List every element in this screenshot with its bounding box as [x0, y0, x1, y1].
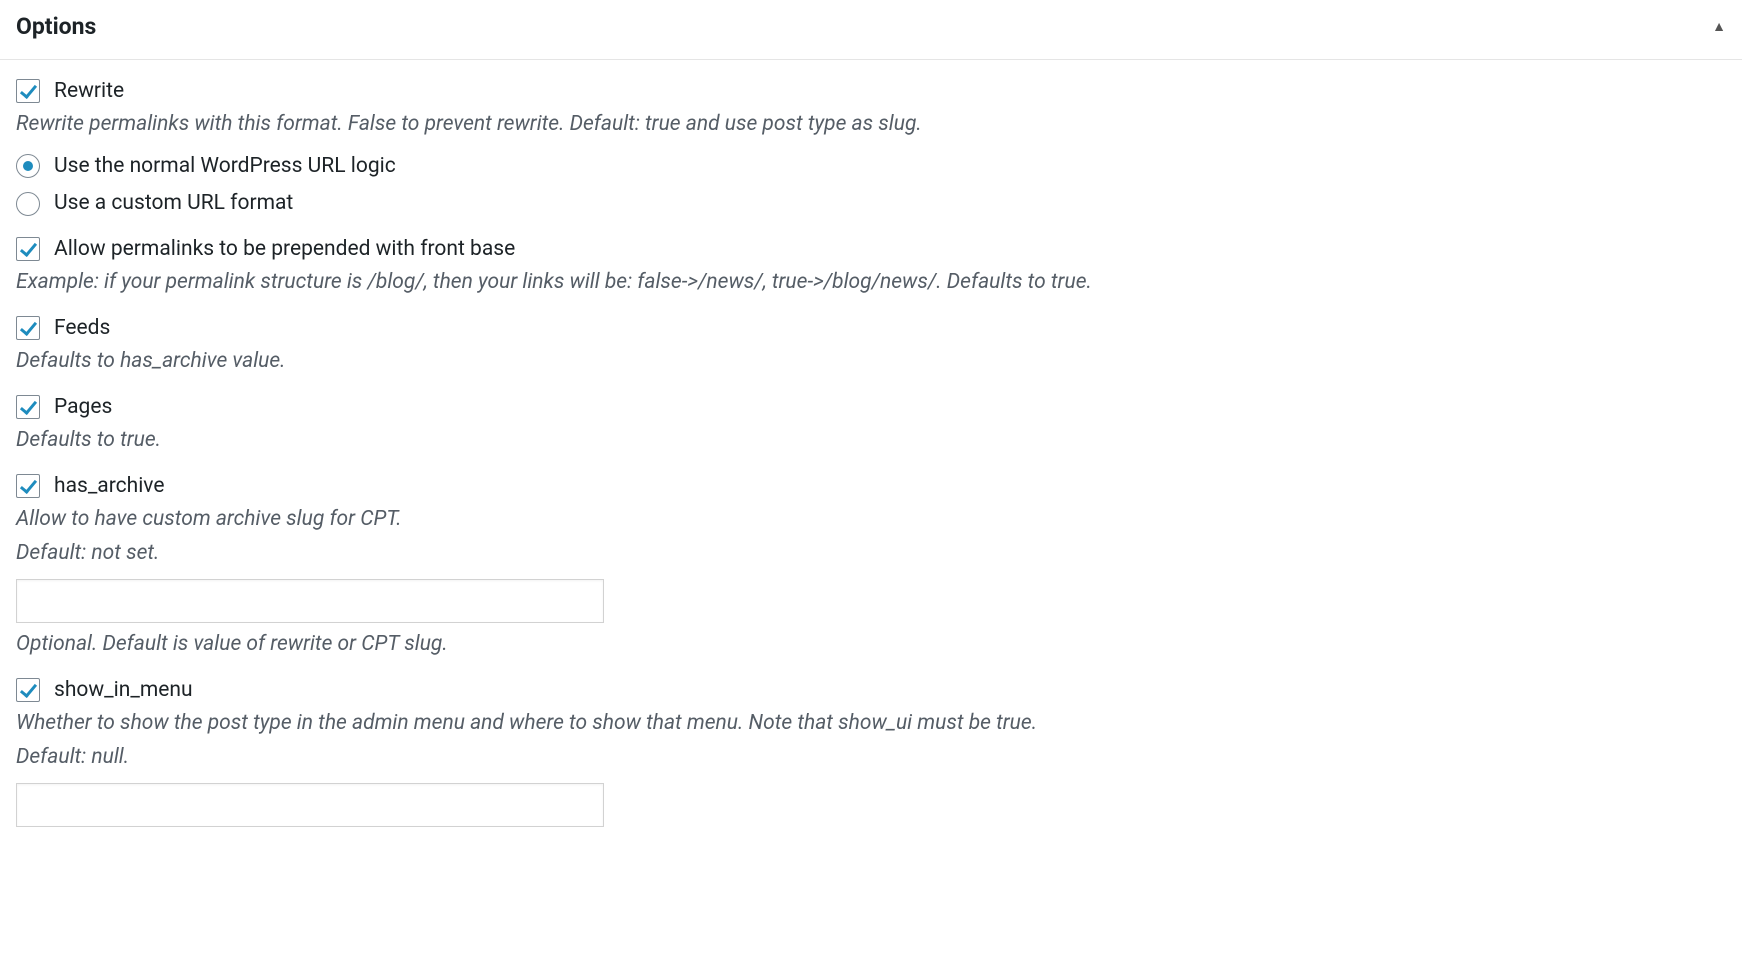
url-logic-custom-radio[interactable] — [16, 192, 40, 216]
rewrite-desc: Rewrite permalinks with this format. Fal… — [16, 109, 1726, 141]
url-logic-normal-label[interactable]: Use the normal WordPress URL logic — [54, 151, 396, 183]
rewrite-label[interactable]: Rewrite — [54, 76, 124, 108]
panel-header: Options ▲ — [0, 0, 1742, 60]
options-panel: Options ▲ Rewrite Rewrite permalinks wit… — [0, 0, 1742, 847]
show-in-menu-desc1: Whether to show the post type in the adm… — [16, 708, 1726, 740]
url-logic-radio-group: Use the normal WordPress URL logic Use a… — [16, 151, 1726, 220]
field-rewrite: Rewrite Rewrite permalinks with this for… — [16, 76, 1726, 220]
has-archive-desc2: Default: not set. — [16, 538, 1726, 570]
pages-desc: Defaults to true. — [16, 425, 1726, 457]
front-base-checkbox[interactable] — [16, 237, 40, 261]
field-feeds: Feeds Defaults to has_archive value. — [16, 313, 1726, 378]
show-in-menu-input[interactable] — [16, 783, 604, 827]
show-in-menu-label[interactable]: show_in_menu — [54, 675, 193, 707]
panel-body: Rewrite Rewrite permalinks with this for… — [0, 60, 1742, 848]
front-base-label[interactable]: Allow permalinks to be prepended with fr… — [54, 234, 515, 266]
url-logic-normal-radio[interactable] — [16, 154, 40, 178]
feeds-checkbox[interactable] — [16, 316, 40, 340]
has-archive-checkbox[interactable] — [16, 474, 40, 498]
rewrite-checkbox[interactable] — [16, 79, 40, 103]
pages-label[interactable]: Pages — [54, 392, 112, 424]
has-archive-input-desc: Optional. Default is value of rewrite or… — [16, 629, 1726, 661]
has-archive-input[interactable] — [16, 579, 604, 623]
has-archive-label[interactable]: has_archive — [54, 471, 165, 503]
collapse-toggle-icon[interactable]: ▲ — [1712, 20, 1726, 34]
panel-title: Options — [16, 10, 96, 45]
field-pages: Pages Defaults to true. — [16, 392, 1726, 457]
field-front-base: Allow permalinks to be prepended with fr… — [16, 234, 1726, 299]
show-in-menu-checkbox[interactable] — [16, 678, 40, 702]
pages-checkbox[interactable] — [16, 395, 40, 419]
field-has-archive: has_archive Allow to have custom archive… — [16, 471, 1726, 661]
show-in-menu-desc2: Default: null. — [16, 742, 1726, 774]
field-show-in-menu: show_in_menu Whether to show the post ty… — [16, 675, 1726, 828]
front-base-desc: Example: if your permalink structure is … — [16, 267, 1726, 299]
has-archive-desc1: Allow to have custom archive slug for CP… — [16, 504, 1726, 536]
feeds-label[interactable]: Feeds — [54, 313, 110, 345]
feeds-desc: Defaults to has_archive value. — [16, 346, 1726, 378]
url-logic-custom-label[interactable]: Use a custom URL format — [54, 188, 293, 220]
